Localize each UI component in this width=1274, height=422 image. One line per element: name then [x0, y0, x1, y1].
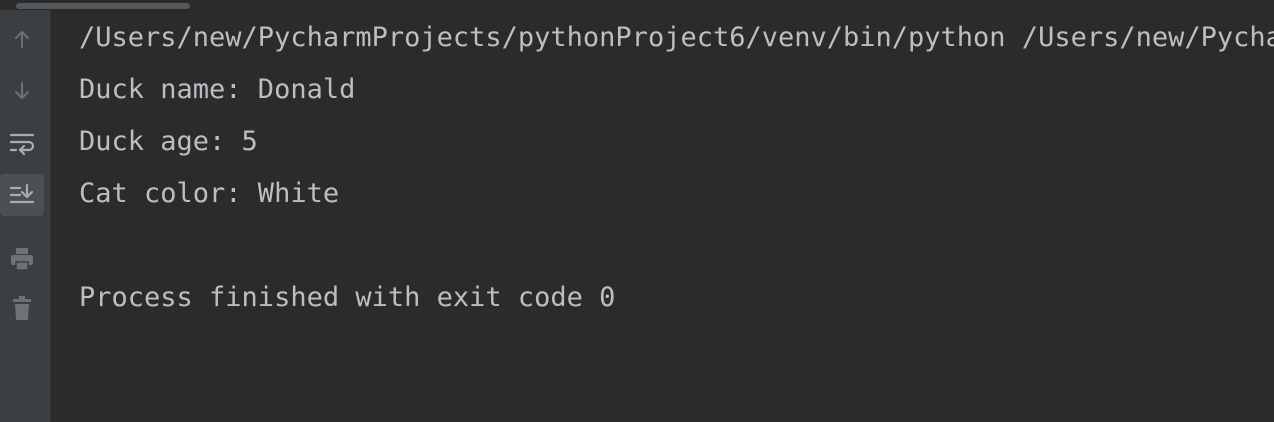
- next-occurrence-button[interactable]: [0, 70, 44, 112]
- console-line: /Users/new/PycharmProjects/pythonProject…: [79, 22, 1274, 53]
- up-arrow-icon: [15, 31, 29, 48]
- console-line: Process finished with exit code 0: [79, 282, 616, 313]
- clear-all-button[interactable]: [0, 287, 44, 329]
- print-button[interactable]: [0, 238, 44, 280]
- console-toolbar: [0, 10, 51, 422]
- console-line: Duck name: Donald: [79, 74, 356, 105]
- run-console-window: /Users/new/PycharmProjects/pythonProject…: [0, 0, 1274, 422]
- console-output[interactable]: /Users/new/PycharmProjects/pythonProject…: [79, 10, 1274, 422]
- horizontal-scrollbar[interactable]: [0, 0, 1274, 10]
- soft-wrap-icon: [9, 133, 35, 156]
- scrollbar-thumb[interactable]: [16, 3, 190, 9]
- print-icon: [11, 248, 33, 271]
- scroll-to-end-button[interactable]: [0, 174, 44, 216]
- soft-wrap-button[interactable]: [0, 122, 44, 164]
- console-line: Duck age: 5: [79, 126, 258, 157]
- scroll-to-end-icon: [9, 183, 35, 204]
- down-arrow-icon: [15, 82, 29, 99]
- trash-icon: [13, 296, 31, 320]
- console-line: Cat color: White: [79, 178, 340, 209]
- previous-occurrence-button[interactable]: [0, 18, 44, 60]
